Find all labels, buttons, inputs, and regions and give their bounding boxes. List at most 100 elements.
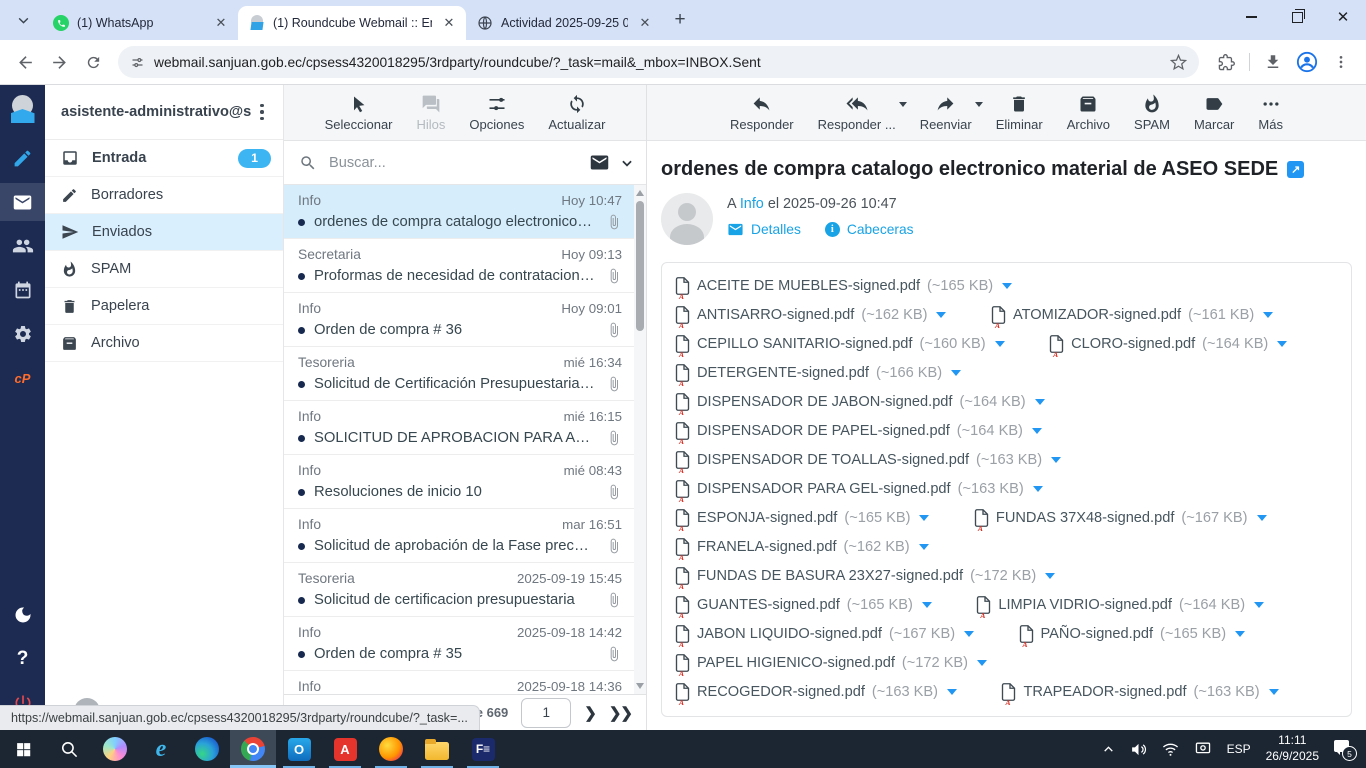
profile-button[interactable] — [1292, 47, 1322, 77]
taskbar-search-button[interactable] — [46, 730, 92, 768]
tab-roundcube[interactable]: (1) Roundcube Webmail :: Envia ✕ — [238, 6, 466, 40]
attachment[interactable]: ACLORO-signed.pdf(~164 KB) — [1049, 330, 1287, 359]
details-link[interactable]: Detalles — [751, 222, 801, 237]
forward-dropdown[interactable] — [975, 102, 983, 107]
search-input[interactable] — [327, 154, 579, 172]
attachment[interactable]: AESPONJA-signed.pdf(~165 KB) — [675, 504, 929, 533]
search-scope[interactable] — [589, 152, 634, 173]
rail-settings-button[interactable] — [0, 315, 45, 353]
attachment[interactable]: AGUANTES-signed.pdf(~165 KB) — [675, 591, 932, 620]
attachment-menu-caret[interactable] — [1263, 312, 1273, 318]
attachment-menu-caret[interactable] — [1002, 283, 1012, 289]
reply-all-dropdown[interactable] — [899, 102, 907, 107]
taskbar-edge-button[interactable] — [184, 730, 230, 768]
mark-button[interactable]: Marcar — [1194, 94, 1234, 132]
sidebar-item-borradores[interactable]: Borradores — [45, 177, 283, 214]
tab-actividad[interactable]: Actividad 2025-09-25 08:00:00 ✕ — [466, 6, 662, 40]
tab-close-icon[interactable]: ✕ — [636, 14, 654, 32]
notifications-button[interactable]: 5 — [1334, 740, 1354, 758]
attachment[interactable]: ADISPENSADOR PARA GEL-signed.pdf(~163 KB… — [675, 475, 1043, 504]
attachment-menu-caret[interactable] — [919, 515, 929, 521]
language-indicator[interactable]: ESP — [1227, 742, 1251, 756]
attachment[interactable]: ADETERGENTE-signed.pdf(~166 KB) — [675, 359, 961, 388]
compose-button[interactable] — [0, 139, 45, 177]
cpanel-icon[interactable]: cP — [0, 359, 45, 397]
attachment[interactable]: AFRANELA-signed.pdf(~162 KB) — [675, 533, 929, 562]
attachment-menu-caret[interactable] — [951, 370, 961, 376]
attachment-menu-caret[interactable] — [1277, 341, 1287, 347]
start-button[interactable] — [0, 730, 46, 768]
scrollbar-thumb[interactable] — [636, 201, 644, 331]
attachment[interactable]: AFUNDAS DE BASURA 23X27-signed.pdf(~172 … — [675, 562, 1055, 591]
refresh-button[interactable] — [78, 47, 108, 77]
window-restore-button[interactable] — [1274, 0, 1320, 34]
wifi-icon[interactable] — [1162, 741, 1179, 758]
list-scrollbar[interactable] — [634, 185, 646, 694]
site-info-icon[interactable] — [130, 55, 145, 70]
message-row[interactable]: Tesoreria mié 16:34 Solicitud de Certifi… — [284, 347, 646, 401]
message-row[interactable]: Secretaria Hoy 09:13 Proformas de necesi… — [284, 239, 646, 293]
attachment[interactable]: ADISPENSADOR DE JABON-signed.pdf(~164 KB… — [675, 388, 1045, 417]
reply-all-button[interactable]: Responder ... — [818, 93, 896, 132]
attachment-menu-caret[interactable] — [1269, 689, 1279, 695]
tab-close-icon[interactable]: ✕ — [212, 14, 230, 32]
attachment-menu-caret[interactable] — [1254, 602, 1264, 608]
message-row[interactable]: Info mar 16:51 Solicitud de aprobación d… — [284, 509, 646, 563]
attachment[interactable]: ARECOGEDOR-signed.pdf(~163 KB) — [675, 678, 957, 707]
taskbar-copilot-button[interactable] — [92, 730, 138, 768]
attachment-menu-caret[interactable] — [1235, 631, 1245, 637]
dark-mode-button[interactable] — [0, 596, 45, 634]
attachment-menu-caret[interactable] — [1257, 515, 1267, 521]
taskbar-app-button[interactable]: F≡ — [460, 730, 506, 768]
attachment-menu-caret[interactable] — [1033, 486, 1043, 492]
rail-contacts-button[interactable] — [0, 227, 45, 265]
attachment[interactable]: AACEITE DE MUEBLES-signed.pdf(~165 KB) — [675, 272, 1012, 301]
taskbar-acrobat-button[interactable]: A — [322, 730, 368, 768]
message-row[interactable]: Info mié 16:15 SOLICITUD DE APROBACION P… — [284, 401, 646, 455]
sidebar-item-spam[interactable]: SPAM — [45, 251, 283, 288]
threads-button[interactable]: Hilos — [417, 94, 446, 132]
attachment[interactable]: ADISPENSADOR DE PAPEL-signed.pdf(~164 KB… — [675, 417, 1042, 446]
taskbar-clock[interactable]: 11:11 26/9/2025 — [1266, 733, 1319, 764]
attachment-menu-caret[interactable] — [1035, 399, 1045, 405]
options-button[interactable]: Opciones — [469, 94, 524, 132]
attachment-menu-caret[interactable] — [1045, 573, 1055, 579]
reply-button[interactable]: Responder — [730, 93, 794, 132]
attachment[interactable]: ACEPILLO SANITARIO-signed.pdf(~160 KB) — [675, 330, 1005, 359]
downloads-button[interactable] — [1258, 47, 1288, 77]
message-row[interactable]: Info Hoy 09:01 Orden de compra # 36 — [284, 293, 646, 347]
page-input[interactable] — [521, 698, 571, 728]
taskbar-ie-button[interactable]: e — [138, 730, 184, 768]
sidebar-item-archivo[interactable]: Archivo — [45, 325, 283, 362]
attachment-menu-caret[interactable] — [919, 544, 929, 550]
attachment[interactable]: AATOMIZADOR-signed.pdf(~161 KB) — [991, 301, 1273, 330]
new-tab-button[interactable]: + — [666, 6, 694, 34]
attachment[interactable]: ALIMPIA VIDRIO-signed.pdf(~164 KB) — [976, 591, 1264, 620]
attachment-menu-caret[interactable] — [1051, 457, 1061, 463]
browser-menu-button[interactable] — [1326, 47, 1356, 77]
window-minimize-button[interactable] — [1228, 0, 1274, 34]
attachment[interactable]: APAPEL HIGIENICO-signed.pdf(~172 KB) — [675, 649, 987, 678]
sidebar-item-entrada[interactable]: Entrada 1 — [45, 140, 283, 177]
message-row[interactable]: Tesoreria 2025-09-19 15:45 Solicitud de … — [284, 563, 646, 617]
attachment[interactable]: APAÑO-signed.pdf(~165 KB) — [1019, 620, 1246, 649]
refresh-list-button[interactable]: Actualizar — [548, 94, 605, 132]
taskbar-outlook-button[interactable]: O — [276, 730, 322, 768]
display-icon[interactable] — [1194, 741, 1212, 757]
rail-mail-button[interactable] — [0, 183, 45, 221]
message-row[interactable]: Info Hoy 10:47 ordenes de compra catalog… — [284, 185, 646, 239]
open-in-new-window-icon[interactable]: ↗ — [1287, 161, 1304, 178]
scroll-down-arrow[interactable] — [636, 683, 644, 689]
delete-button[interactable]: Eliminar — [996, 94, 1043, 132]
volume-icon[interactable] — [1130, 741, 1147, 758]
next-page-button[interactable]: ❯ — [584, 704, 596, 722]
forward-button[interactable] — [44, 47, 74, 77]
window-close-button[interactable]: ✕ — [1320, 0, 1366, 34]
help-button[interactable]: ? — [0, 640, 45, 678]
message-row[interactable]: Info mié 08:43 Resoluciones de inicio 10 — [284, 455, 646, 509]
attachment[interactable]: AJABON LIQUIDO-signed.pdf(~167 KB) — [675, 620, 974, 649]
extensions-button[interactable] — [1211, 47, 1241, 77]
attachment[interactable]: AFUNDAS 37X48-signed.pdf(~167 KB) — [974, 504, 1267, 533]
attachment-menu-caret[interactable] — [922, 602, 932, 608]
forward-button[interactable]: Reenviar — [920, 93, 972, 132]
